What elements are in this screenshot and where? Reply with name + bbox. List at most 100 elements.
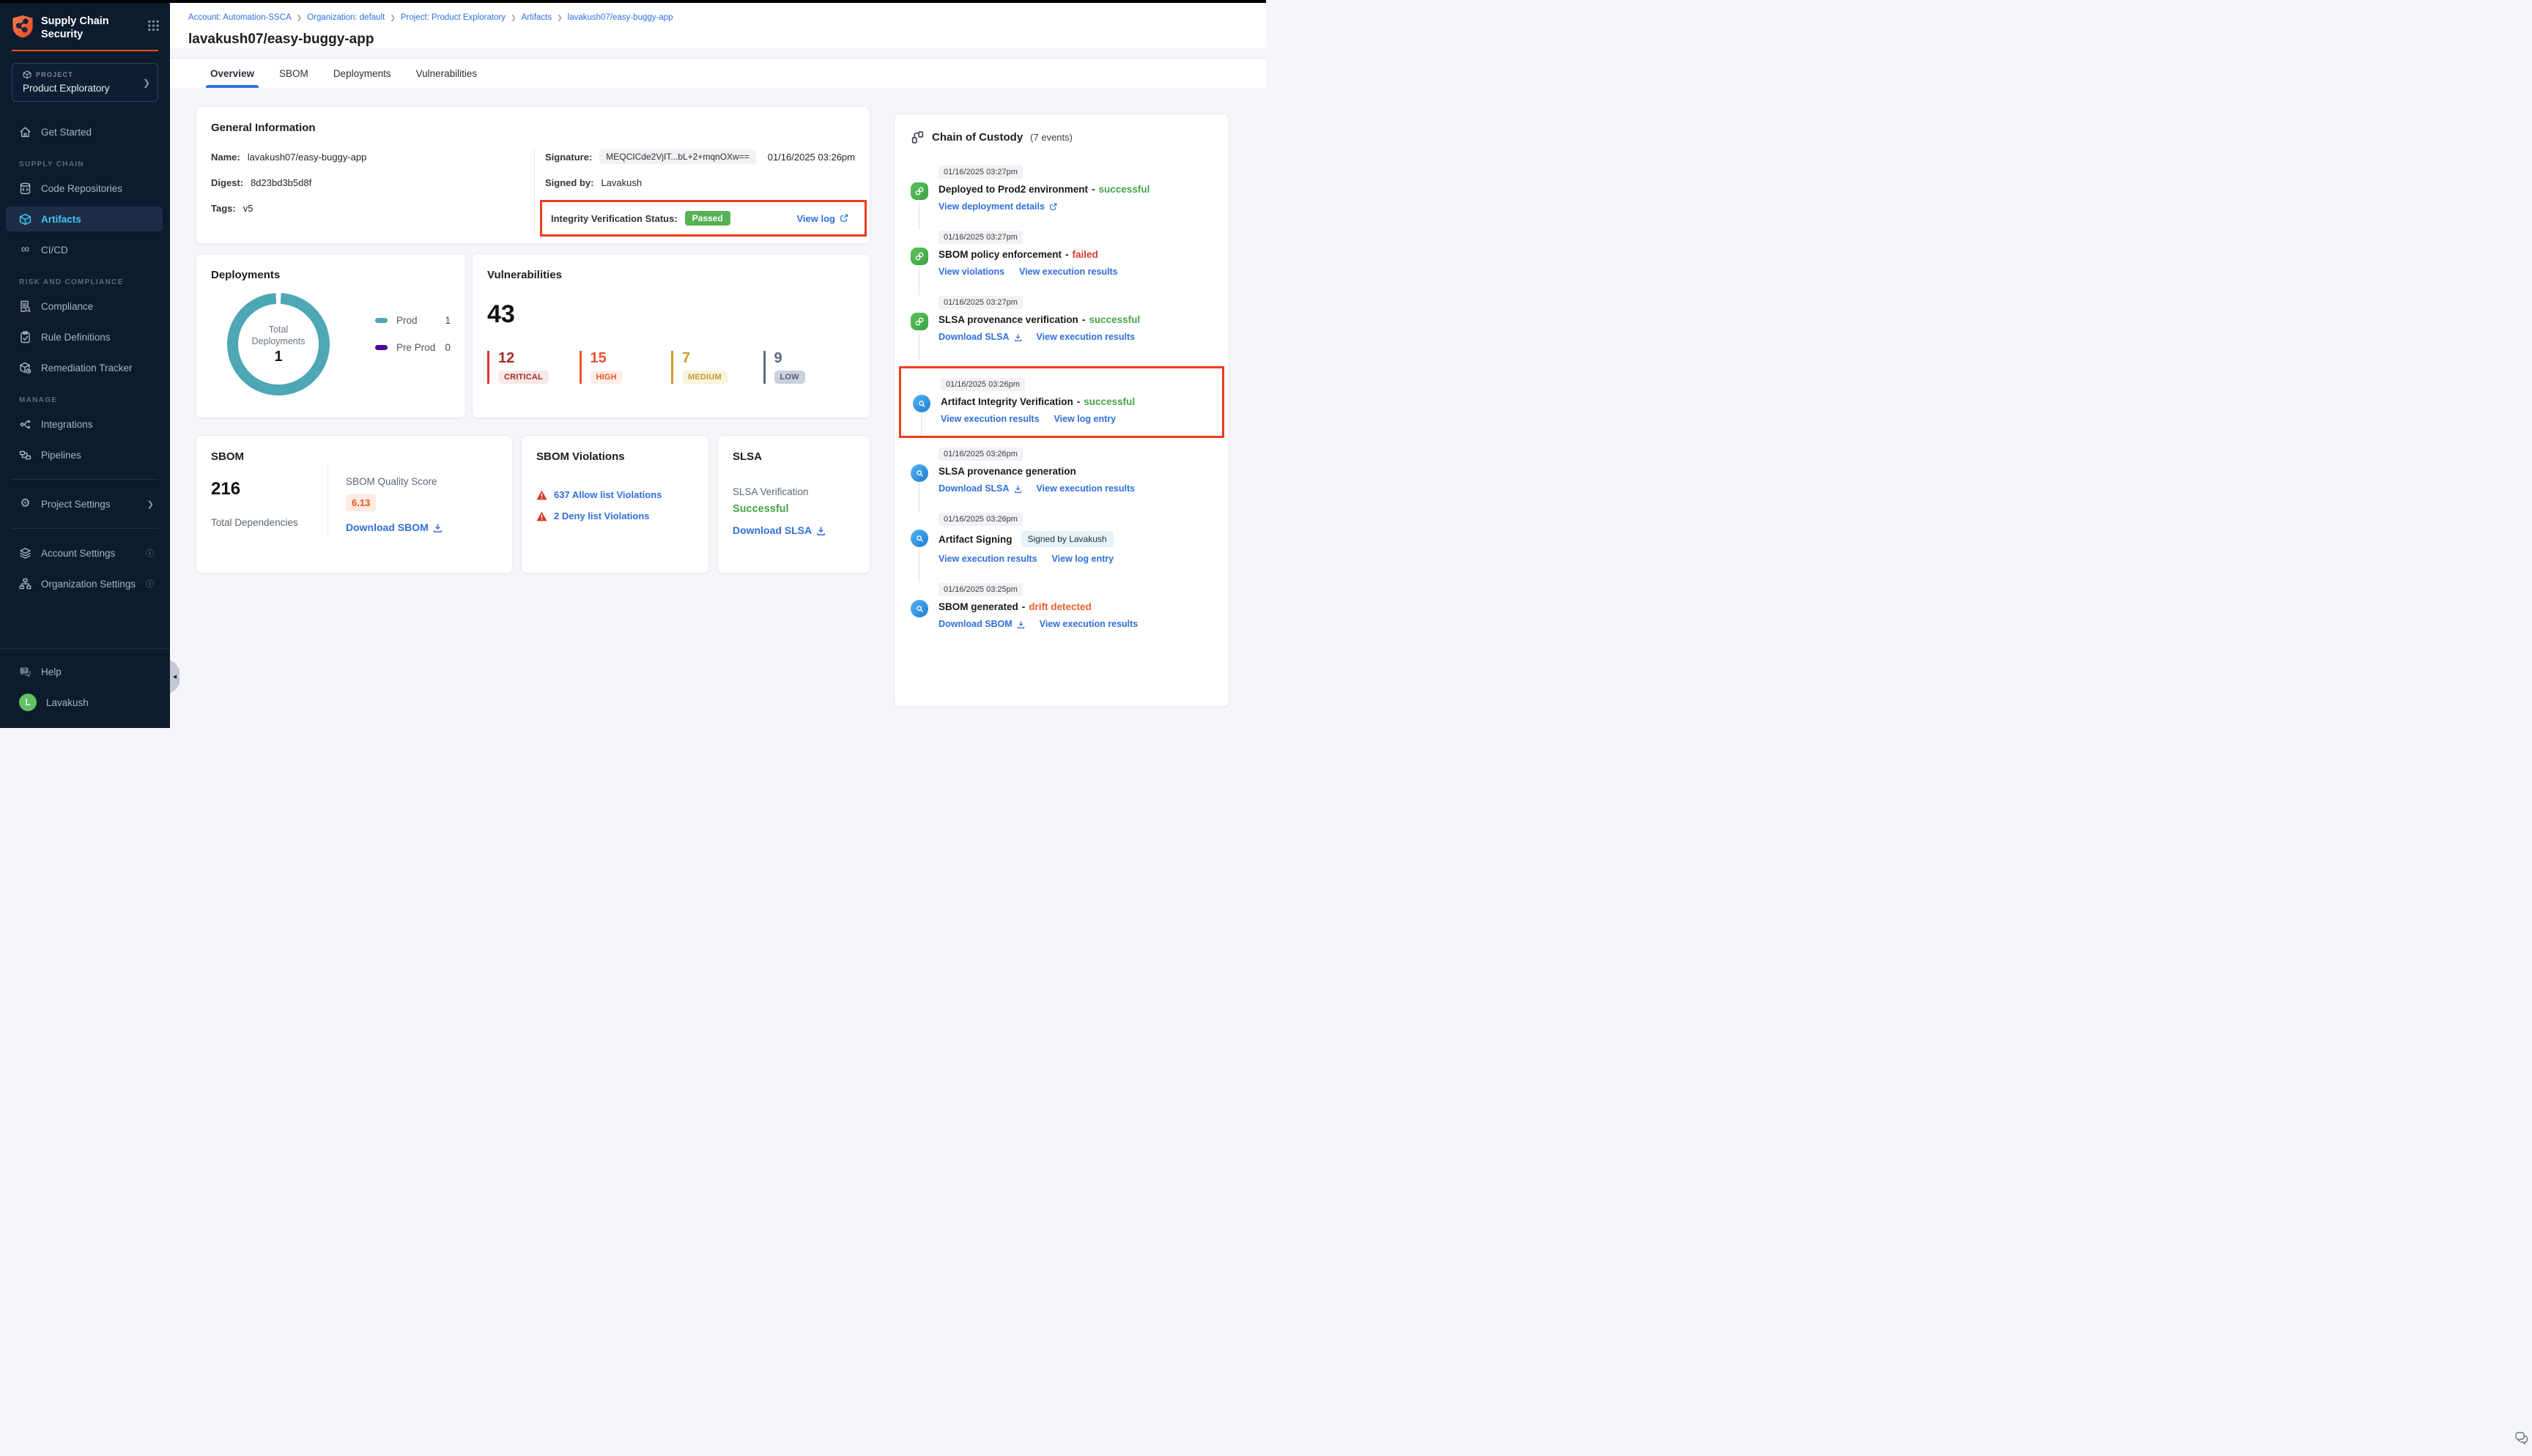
view-execution-results-link[interactable]: View execution results [939, 554, 1037, 564]
tab-sbom[interactable]: SBOM [275, 59, 313, 88]
sidebar-item-help[interactable]: ? Help [6, 659, 163, 684]
project-selector[interactable]: PROJECT Product Exploratory ❯ [12, 63, 158, 102]
breadcrumb-project[interactable]: Project: Product Exploratory [401, 13, 506, 22]
compliance-doc-icon [19, 300, 32, 313]
chat-bubble-icon[interactable] [2514, 1430, 2530, 1450]
event-status: failed [1073, 249, 1098, 260]
tab-vulnerabilities[interactable]: Vulnerabilities [412, 59, 482, 88]
deny-list-violations-link[interactable]: 2 Deny list Violations [554, 510, 650, 521]
sidebar-item-rule-definitions[interactable]: Rule Definitions [6, 324, 163, 349]
slsa-card: SLSA SLSA Verification Successful Downlo… [717, 435, 870, 573]
view-log-link[interactable]: View log [797, 213, 849, 224]
svg-text:?: ? [23, 666, 27, 673]
event-timestamp: 01/16/2025 03:26pm [941, 378, 1025, 391]
chevron-right-icon: ❯ [143, 78, 150, 88]
view-execution-results-link[interactable]: View execution results [1037, 332, 1136, 342]
breadcrumb-current[interactable]: lavakush07/easy-buggy-app [568, 13, 673, 22]
view-deployment-details-link[interactable]: View deployment details [939, 201, 1057, 212]
sidebar-item-label: Compliance [41, 301, 93, 312]
artifacts-cube-icon [19, 213, 32, 226]
event-timestamp: 01/16/2025 03:27pm [939, 166, 1023, 179]
warning-triangle-icon [536, 511, 547, 521]
coc-event: 01/16/2025 03:27pm SBOM policy enforceme… [911, 230, 1213, 295]
card-title: General Information [211, 122, 855, 134]
accent-rule [12, 50, 158, 51]
help-chat-icon: ? [19, 666, 32, 678]
collapse-arrow-icon: ◀ [173, 674, 177, 680]
download-slsa-link[interactable]: Download SLSA [733, 524, 826, 536]
signature-date: 01/16/2025 03:26pm [768, 152, 855, 163]
sidebar-item-artifacts[interactable]: Artifacts [6, 207, 163, 231]
sidebar-item-cicd[interactable]: ∞ CI/CD [6, 237, 163, 262]
sidebar-user[interactable]: L Lavakush [6, 690, 163, 715]
integrity-status-highlight: Integrity Verification Status: Passed Vi… [540, 200, 867, 237]
sidebar-item-label: Help [41, 666, 62, 677]
sidebar-item-code-repositories[interactable]: Code Repositories [6, 176, 163, 201]
info-icon: ⓘ [146, 547, 154, 559]
breadcrumb-account[interactable]: Account: Automation-SSCA [188, 13, 292, 22]
content: General Information Name:lavakush07/easy… [170, 88, 1266, 707]
sidebar-item-account-settings[interactable]: Account Settings ⓘ [6, 541, 163, 565]
severity-row: 12 CRITICAL 15 HIGH 7 MEDIUM 9 [487, 351, 855, 384]
coc-event-highlight: 01/16/2025 03:26pm Artifact Integrity Ve… [899, 366, 1224, 438]
name-value: lavakush07/easy-buggy-app [248, 152, 367, 163]
event-title: SBOM policy enforcement [939, 249, 1062, 260]
coc-event: 01/16/2025 03:26pm SLSA provenance gener… [911, 447, 1213, 512]
sidebar-item-compliance[interactable]: Compliance [6, 294, 163, 319]
breadcrumb-organization[interactable]: Organization: default [307, 13, 385, 22]
view-log-entry-link[interactable]: View log entry [1052, 554, 1114, 564]
tab-overview[interactable]: Overview [206, 59, 259, 88]
coc-event: 01/16/2025 03:27pm Deployed to Prod2 env… [911, 165, 1213, 230]
legend-swatch-prod [375, 318, 388, 323]
apps-grid-icon[interactable] [147, 19, 160, 32]
view-execution-results-link[interactable]: View execution results [941, 414, 1040, 424]
sidebar-item-integrations[interactable]: Integrations [6, 412, 163, 437]
organization-settings-icon [19, 578, 32, 590]
download-slsa-link[interactable]: Download SLSA [939, 332, 1022, 342]
remediation-tracker-icon [19, 362, 32, 374]
warning-triangle-icon [536, 490, 547, 500]
breadcrumb: Account: Automation-SSCA❯ Organization: … [188, 13, 1266, 22]
view-violations-link[interactable]: View violations [939, 267, 1004, 277]
card-title: SLSA [733, 450, 855, 463]
tab-deployments[interactable]: Deployments [329, 59, 396, 88]
code-repositories-icon [19, 182, 32, 195]
sidebar-item-pipelines[interactable]: Pipelines [6, 442, 163, 467]
project-name: Product Exploratory [23, 83, 150, 94]
view-execution-results-link[interactable]: View execution results [1019, 267, 1118, 277]
sidebar-item-get-started[interactable]: Get Started [6, 119, 163, 144]
chain-link-icon [914, 316, 925, 327]
severity-low: 9 LOW [763, 351, 856, 384]
event-timestamp: 01/16/2025 03:25pm [939, 583, 1023, 596]
integrity-label: Integrity Verification Status: [551, 213, 678, 224]
download-slsa-link[interactable]: Download SLSA [939, 483, 1022, 494]
sidebar-item-label: Rule Definitions [41, 332, 111, 343]
event-title: Artifact Integrity Verification [941, 396, 1073, 407]
status-badge-passed: Passed [685, 211, 730, 226]
download-sbom-link[interactable]: Download SBOM [939, 619, 1025, 629]
digest-value: 8d23bd3b5d8f [251, 177, 311, 188]
sidebar-item-organization-settings[interactable]: Organization Settings ⓘ [6, 571, 163, 596]
breadcrumb-artifacts[interactable]: Artifacts [522, 13, 552, 22]
download-sbom-link[interactable]: Download SBOM [346, 521, 443, 533]
sidebar-divider [12, 528, 158, 529]
allow-list-violations-link[interactable]: 637 Allow list Violations [554, 489, 662, 500]
main-area: Account: Automation-SSCA❯ Organization: … [170, 0, 1266, 707]
tab-bar: Overview SBOM Deployments Vulnerabilitie… [170, 58, 1266, 88]
deployments-legend: Prod 1 Pre Prod 0 [375, 315, 451, 369]
sbom-quality-score: 6.13 [346, 494, 376, 511]
card-title: SBOM Violations [536, 450, 694, 463]
sidebar-item-project-settings[interactable]: ⚙ Project Settings ❯ [6, 491, 163, 516]
download-icon [1017, 620, 1025, 628]
download-icon [433, 523, 443, 532]
view-log-entry-link[interactable]: View log entry [1054, 414, 1117, 424]
sidebar-item-label: Get Started [41, 127, 92, 138]
view-execution-results-link[interactable]: View execution results [1040, 619, 1139, 629]
signature-value[interactable]: MEQCICde2VjIT...bL+2+mqnOXw== [599, 149, 755, 164]
sidebar-item-remediation-tracker[interactable]: Remediation Tracker [6, 355, 163, 380]
view-execution-results-link[interactable]: View execution results [1037, 483, 1136, 494]
card-title: Vulnerabilities [487, 269, 855, 281]
sidebar-item-label: Project Settings [41, 499, 111, 510]
sidebar-divider [12, 479, 158, 480]
chain-of-custody-panel: Chain of Custody (7 events) 01/16/2025 0… [894, 114, 1229, 707]
